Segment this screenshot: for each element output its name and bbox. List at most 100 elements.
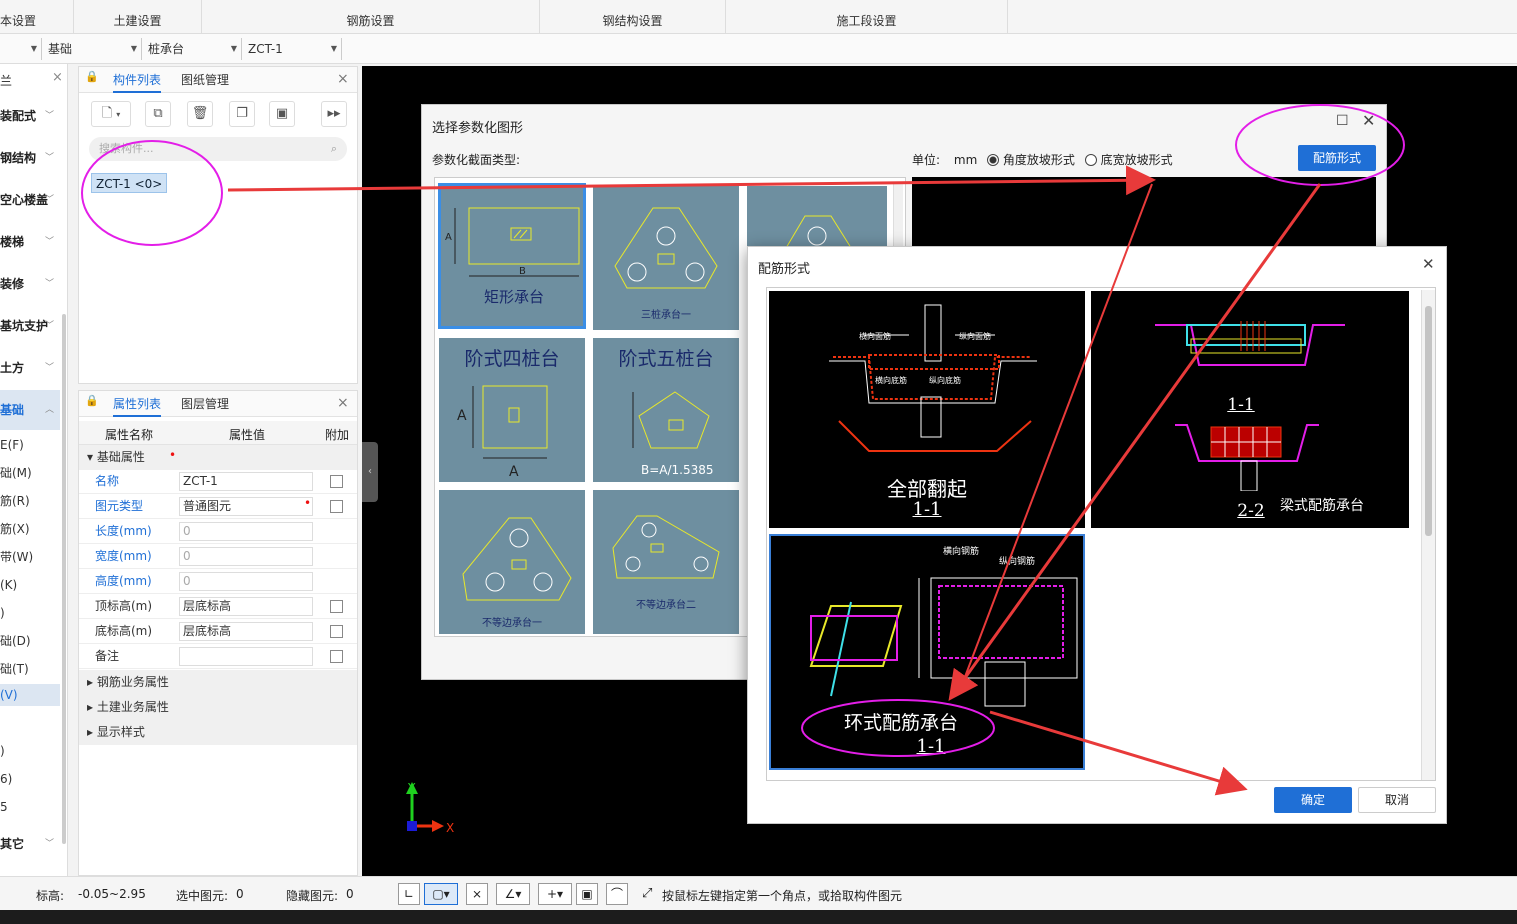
nav-item[interactable]: ) xyxy=(0,602,60,624)
search-icon[interactable]: ⌕ xyxy=(331,137,337,161)
nav-group-hollow-slab[interactable]: 空心楼盖 ﹀ xyxy=(0,188,60,212)
ortho-icon[interactable]: ∟ xyxy=(398,883,420,905)
shape-cell-unequal-1[interactable]: 不等边承台一 xyxy=(439,490,585,634)
shape-cell-unequal-2[interactable]: 不等边承台二 xyxy=(593,490,739,634)
lock-icon[interactable]: 🔒 xyxy=(85,394,99,407)
property-checkbox[interactable] xyxy=(330,625,343,638)
nav-group-foundation[interactable]: 基础 ︿ xyxy=(0,390,60,430)
tab-steel-settings[interactable]: 钢结构设置 xyxy=(540,0,726,34)
more-icon[interactable]: ▸▸ xyxy=(321,101,347,127)
option-title: 全部翻起 xyxy=(887,477,967,501)
cross-select-icon[interactable]: ⨯ xyxy=(466,883,488,905)
group-basic-properties[interactable]: ▾ 基础属性 • xyxy=(79,445,357,470)
close-icon[interactable]: × xyxy=(337,395,349,411)
tab-basic-settings[interactable]: 本设置 xyxy=(0,0,74,34)
shape-cell-rect-cap[interactable]: A B 矩形承台 xyxy=(438,183,586,329)
selector-bar: ▼ 基础 ▼ 桩承台 ▼ ZCT-1 ▼ xyxy=(0,34,1517,64)
property-checkbox[interactable] xyxy=(330,500,343,513)
rebar-option-all-bent[interactable]: 横向面筋 纵向面筋 横向底筋 纵向底筋 全部翻起 1-1 xyxy=(769,291,1085,528)
nav-group-other[interactable]: 其它 ﹀ xyxy=(0,832,60,856)
property-value-field[interactable]: 0 xyxy=(179,522,313,541)
close-icon[interactable]: ✕ xyxy=(1422,255,1435,273)
copy-icon[interactable]: ⧉ xyxy=(145,101,171,127)
nav-group-prefab[interactable]: 装配式 ﹀ xyxy=(0,104,60,128)
nav-item[interactable]: E(F) xyxy=(0,434,60,456)
nav-item[interactable]: 础(D) xyxy=(0,630,60,652)
rebar-form-button[interactable]: 配筋形式 xyxy=(1298,145,1376,171)
nav-group-stairs[interactable]: 楼梯 ﹀ xyxy=(0,230,60,254)
tab-drawing-management[interactable]: 图纸管理 xyxy=(181,67,229,93)
property-value-field[interactable] xyxy=(179,647,313,666)
floor-select[interactable]: ▼ xyxy=(0,38,42,60)
component-item[interactable]: ZCT-1 <0> xyxy=(91,173,168,193)
cancel-button[interactable]: 取消 xyxy=(1358,787,1436,813)
tab-rebar-settings[interactable]: 钢筋设置 xyxy=(202,0,540,34)
lock-icon[interactable]: 🔒 xyxy=(85,70,99,83)
axis-indicator: X Y xyxy=(406,781,454,835)
shape-cell-three-pile[interactable]: 三桩承台一 xyxy=(593,186,739,330)
component-search-input[interactable]: 搜索构件... ⌕ xyxy=(89,137,347,161)
chevron-down-icon: ﹀ xyxy=(44,363,54,373)
nav-item[interactable]: 础(T) xyxy=(0,658,60,680)
nav-group-steel[interactable]: 钢结构 ﹀ xyxy=(0,146,60,170)
rebar-list-scrollbar[interactable] xyxy=(1421,290,1435,780)
nav-item-active[interactable]: (V) xyxy=(0,684,60,706)
tab-property-list[interactable]: 属性列表 xyxy=(113,391,162,417)
scrollbar-thumb[interactable] xyxy=(1425,306,1432,536)
close-icon[interactable]: ✕ xyxy=(1362,111,1375,130)
shape-cell-step-four-pile[interactable]: 阶式四桩台 A A xyxy=(439,338,585,482)
nav-item[interactable]: 带(W) xyxy=(0,546,60,568)
component-select[interactable]: ZCT-1 ▼ xyxy=(244,38,342,60)
property-value-field[interactable]: 0 xyxy=(179,547,313,566)
property-value-field[interactable]: 层底标高 xyxy=(179,622,313,641)
rebar-option-beam-type[interactable]: 1-1 2-2 梁式配筋承台 xyxy=(1091,291,1409,528)
property-checkbox[interactable] xyxy=(330,600,343,613)
save-icon[interactable]: ▣ xyxy=(269,101,295,127)
new-component-button[interactable]: 🗋 ▾ xyxy=(91,101,131,127)
close-icon[interactable]: × xyxy=(337,71,349,87)
y-axis-label: Y xyxy=(407,781,416,795)
delete-icon[interactable]: 🗑 xyxy=(187,101,213,127)
nav-item[interactable]: 础(M) xyxy=(0,462,60,484)
nav-scrollbar[interactable] xyxy=(62,314,66,844)
nav-item[interactable]: 6) xyxy=(0,768,60,790)
nav-item[interactable]: (K) xyxy=(0,574,60,596)
screen-icon[interactable]: ▣ xyxy=(576,883,598,905)
nav-group-pit-support[interactable]: 基坑支护 ﹀ xyxy=(0,314,60,338)
close-icon[interactable]: × xyxy=(52,70,63,85)
tab-construction-stage[interactable]: 施工段设置 xyxy=(726,0,1008,34)
nav-group-decoration[interactable]: 装修 ﹀ xyxy=(0,272,60,296)
shape-cell-step-five-pile[interactable]: 阶式五桩台 B=A/1.5385 xyxy=(593,338,739,482)
rebar-option-ring-type[interactable]: 横向钢筋 纵向钢筋 环式配筋承台 1-1 xyxy=(769,534,1085,770)
property-value-field[interactable]: 普通图元 xyxy=(179,497,313,516)
group-display-style[interactable]: ▸ 显示样式 xyxy=(79,720,357,745)
collapse-panel-handle[interactable]: ‹ xyxy=(362,442,378,502)
tab-layer-management[interactable]: 图层管理 xyxy=(181,391,229,417)
nav-group-earthwork[interactable]: 土方 ﹀ xyxy=(0,356,60,380)
property-value-field[interactable]: ZCT-1 xyxy=(179,472,313,491)
nav-item[interactable]: 筋(R) xyxy=(0,490,60,512)
angle-icon[interactable]: ∠▾ xyxy=(496,883,530,905)
type-select[interactable]: 桩承台 ▼ xyxy=(144,38,242,60)
elevation-value: -0.05~2.95 xyxy=(78,887,146,901)
category-select[interactable]: 基础 ▼ xyxy=(44,38,142,60)
nav-item[interactable]: ) xyxy=(0,740,60,762)
duplicate-icon[interactable]: ❐ xyxy=(229,101,255,127)
radio-base-width-slope[interactable]: 底宽放坡形式 xyxy=(1084,153,1173,167)
property-value-field[interactable]: 层底标高 xyxy=(179,597,313,616)
property-checkbox[interactable] xyxy=(330,650,343,663)
group-rebar-properties[interactable]: ▸ 钢筋业务属性 xyxy=(79,670,357,695)
property-checkbox[interactable] xyxy=(330,475,343,488)
nav-item[interactable]: 5 xyxy=(0,796,60,818)
group-civil-properties[interactable]: ▸ 土建业务属性 xyxy=(79,695,357,720)
arc-icon[interactable]: ⌒ xyxy=(606,883,628,905)
tab-component-list[interactable]: 构件列表 xyxy=(113,67,162,93)
nav-item[interactable]: 筋(X) xyxy=(0,518,60,540)
snap-icon[interactable]: +▾ xyxy=(538,883,572,905)
radio-angle-slope[interactable]: 角度放坡形式 xyxy=(987,153,1075,167)
maximize-icon[interactable]: ☐ xyxy=(1336,113,1349,129)
tab-civil-settings[interactable]: 土建设置 xyxy=(74,0,202,34)
select-box-icon[interactable]: ▢▾ xyxy=(424,883,458,905)
property-value-field[interactable]: 0 xyxy=(179,572,313,591)
ok-button[interactable]: 确定 xyxy=(1274,787,1352,813)
